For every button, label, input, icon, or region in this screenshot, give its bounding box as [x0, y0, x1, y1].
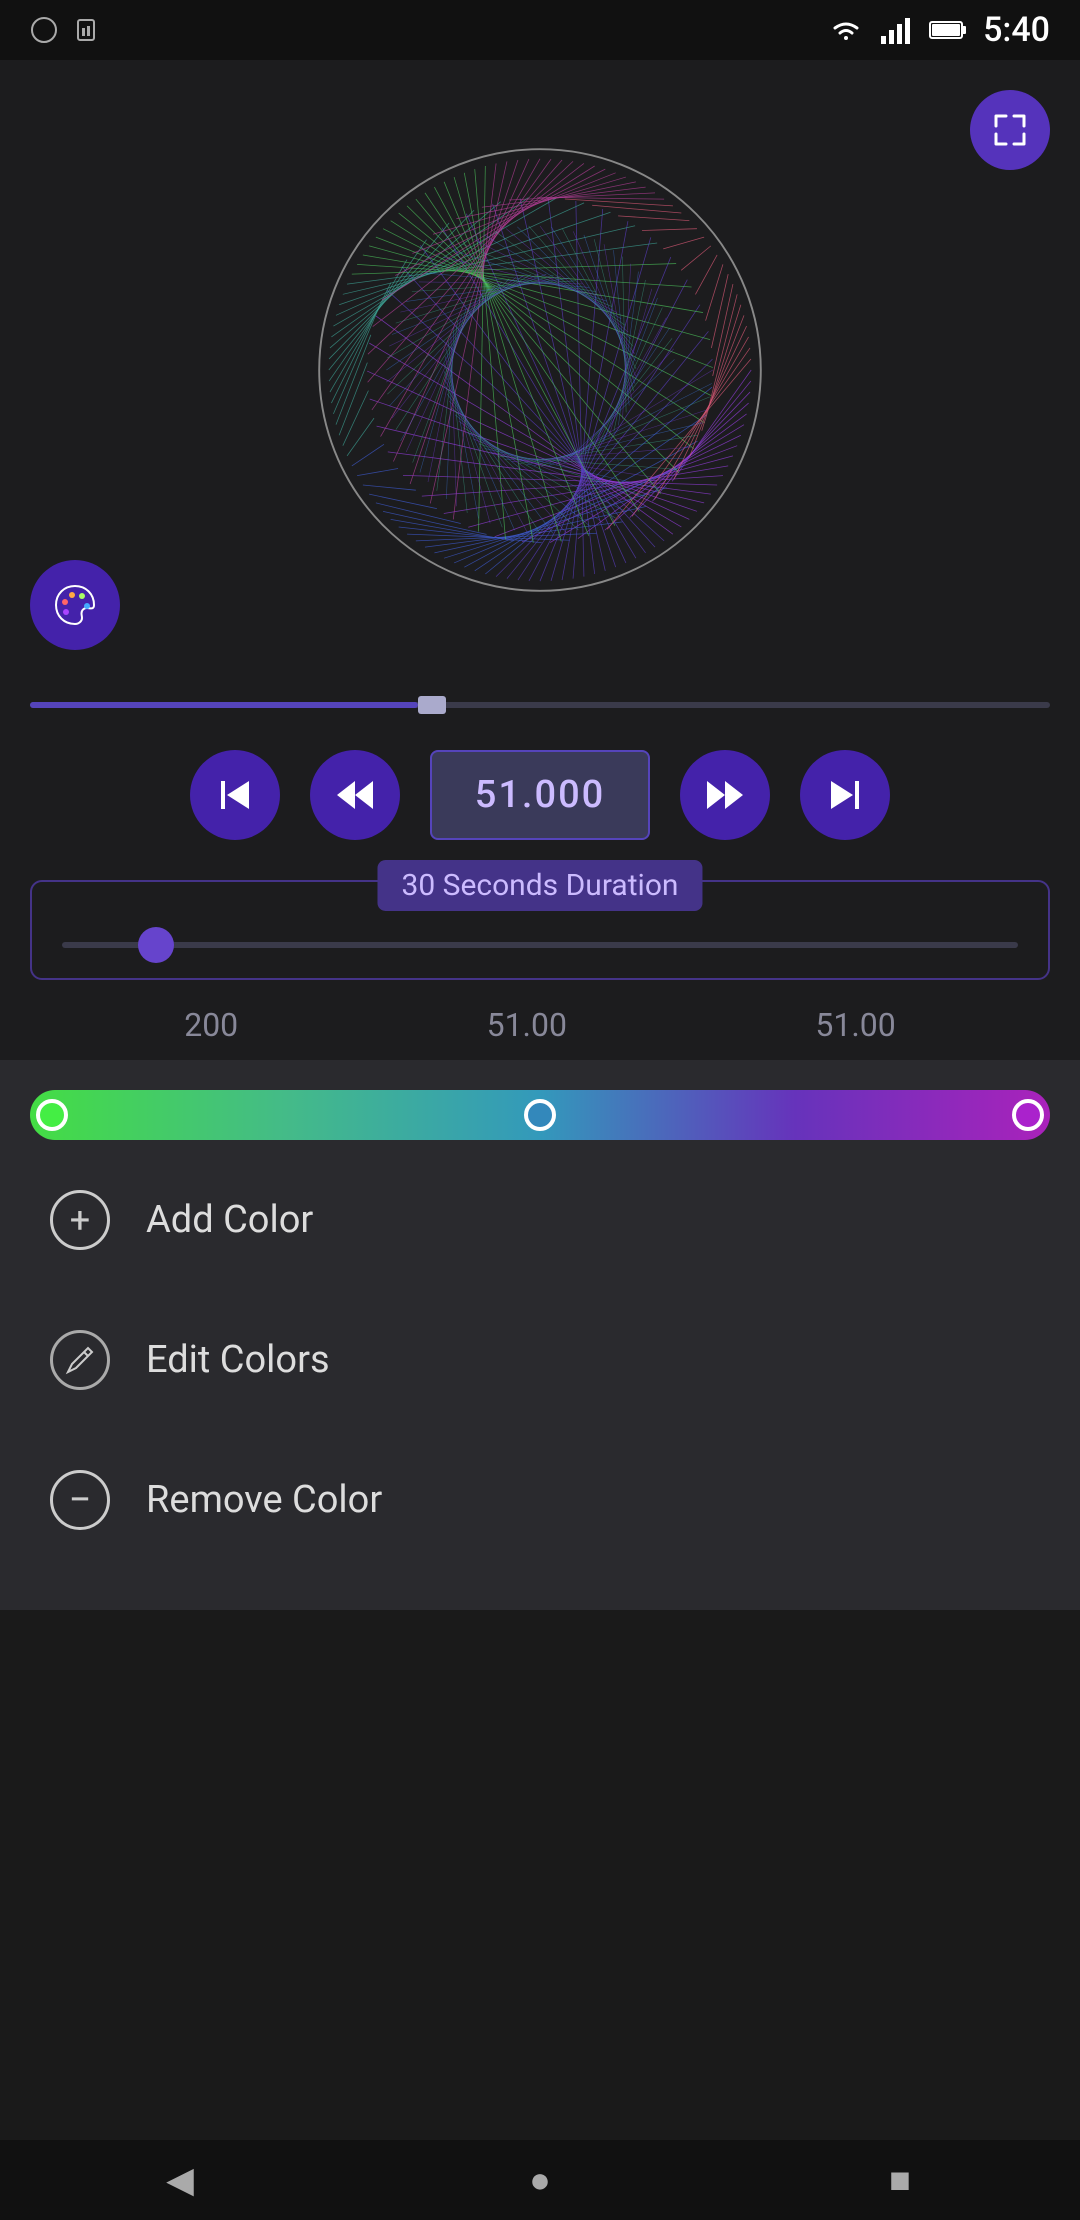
gradient-stop-center[interactable]: [524, 1099, 556, 1131]
skip-forward-button[interactable]: [800, 750, 890, 840]
time-display: 51.000: [430, 750, 650, 840]
fullscreen-icon: [990, 110, 1030, 150]
add-color-item[interactable]: + Add Color: [0, 1150, 1080, 1290]
remove-color-icon: −: [50, 1470, 110, 1530]
add-color-icon: +: [50, 1190, 110, 1250]
back-icon: ◀: [166, 2159, 194, 2201]
duration-tooltip-text: 30 Seconds Duration: [401, 868, 678, 903]
gradient-bar[interactable]: [30, 1090, 1050, 1140]
edit-colors-icon: [50, 1330, 110, 1390]
palette-icon: [52, 582, 98, 628]
spirograph-canvas: [300, 130, 780, 610]
duration-box: 30 Seconds Duration: [30, 880, 1050, 980]
back-button[interactable]: ◀: [140, 2140, 220, 2220]
duration-tooltip: 30 Seconds Duration: [377, 860, 702, 911]
rewind-icon: [333, 773, 377, 817]
recent-icon: ■: [889, 2159, 911, 2201]
battery-icon: [929, 16, 967, 44]
status-right: 5:40: [829, 10, 1050, 50]
skip-forward-icon: [823, 773, 867, 817]
status-time: 5:40: [983, 10, 1050, 50]
rewind-button[interactable]: [310, 750, 400, 840]
remove-color-label: Remove Color: [146, 1478, 382, 1522]
fullscreen-button[interactable]: [970, 90, 1050, 170]
home-button[interactable]: ●: [500, 2140, 580, 2220]
values-row: 200 51.00 51.00: [0, 990, 1080, 1060]
home-icon: ●: [529, 2159, 551, 2201]
value-1: 200: [184, 1006, 238, 1044]
transport-controls: 51.000: [0, 730, 1080, 860]
status-bar: 5:40: [0, 0, 1080, 60]
menu-section: + Add Color Edit Colors − Remove Color: [0, 1140, 1080, 1610]
signal-icon: [879, 16, 913, 44]
viz-area: [0, 60, 1080, 680]
color-section: [0, 1060, 1080, 1140]
edit-colors-item[interactable]: Edit Colors: [0, 1290, 1080, 1430]
bottom-nav: ◀ ● ■: [0, 2140, 1080, 2220]
skip-back-button[interactable]: [190, 750, 280, 840]
duration-panel: 30 Seconds Duration: [0, 860, 1080, 990]
status-left: [30, 16, 100, 44]
value-2: 51.00: [487, 1006, 567, 1044]
sim-icon: [72, 16, 100, 44]
playback-slider[interactable]: [30, 702, 1050, 708]
duration-thumb: [138, 927, 174, 963]
recent-button[interactable]: ■: [860, 2140, 940, 2220]
value-3: 51.00: [815, 1006, 895, 1044]
pencil-icon: [64, 1344, 96, 1376]
playback-slider-container: [0, 680, 1080, 730]
fast-forward-button[interactable]: [680, 750, 770, 840]
wifi-icon: [829, 16, 863, 44]
circle-icon: [30, 16, 58, 44]
add-color-label: Add Color: [146, 1198, 313, 1242]
palette-button[interactable]: [30, 560, 120, 650]
gradient-stop-right[interactable]: [1012, 1099, 1044, 1131]
skip-back-icon: [213, 773, 257, 817]
fast-forward-icon: [703, 773, 747, 817]
edit-colors-label: Edit Colors: [146, 1338, 330, 1382]
duration-slider[interactable]: [62, 942, 1018, 948]
time-value: 51.000: [475, 773, 606, 817]
playback-fill: [30, 702, 418, 708]
gradient-stop-left[interactable]: [36, 1099, 68, 1131]
playback-thumb: [418, 696, 446, 714]
remove-color-item[interactable]: − Remove Color: [0, 1430, 1080, 1570]
